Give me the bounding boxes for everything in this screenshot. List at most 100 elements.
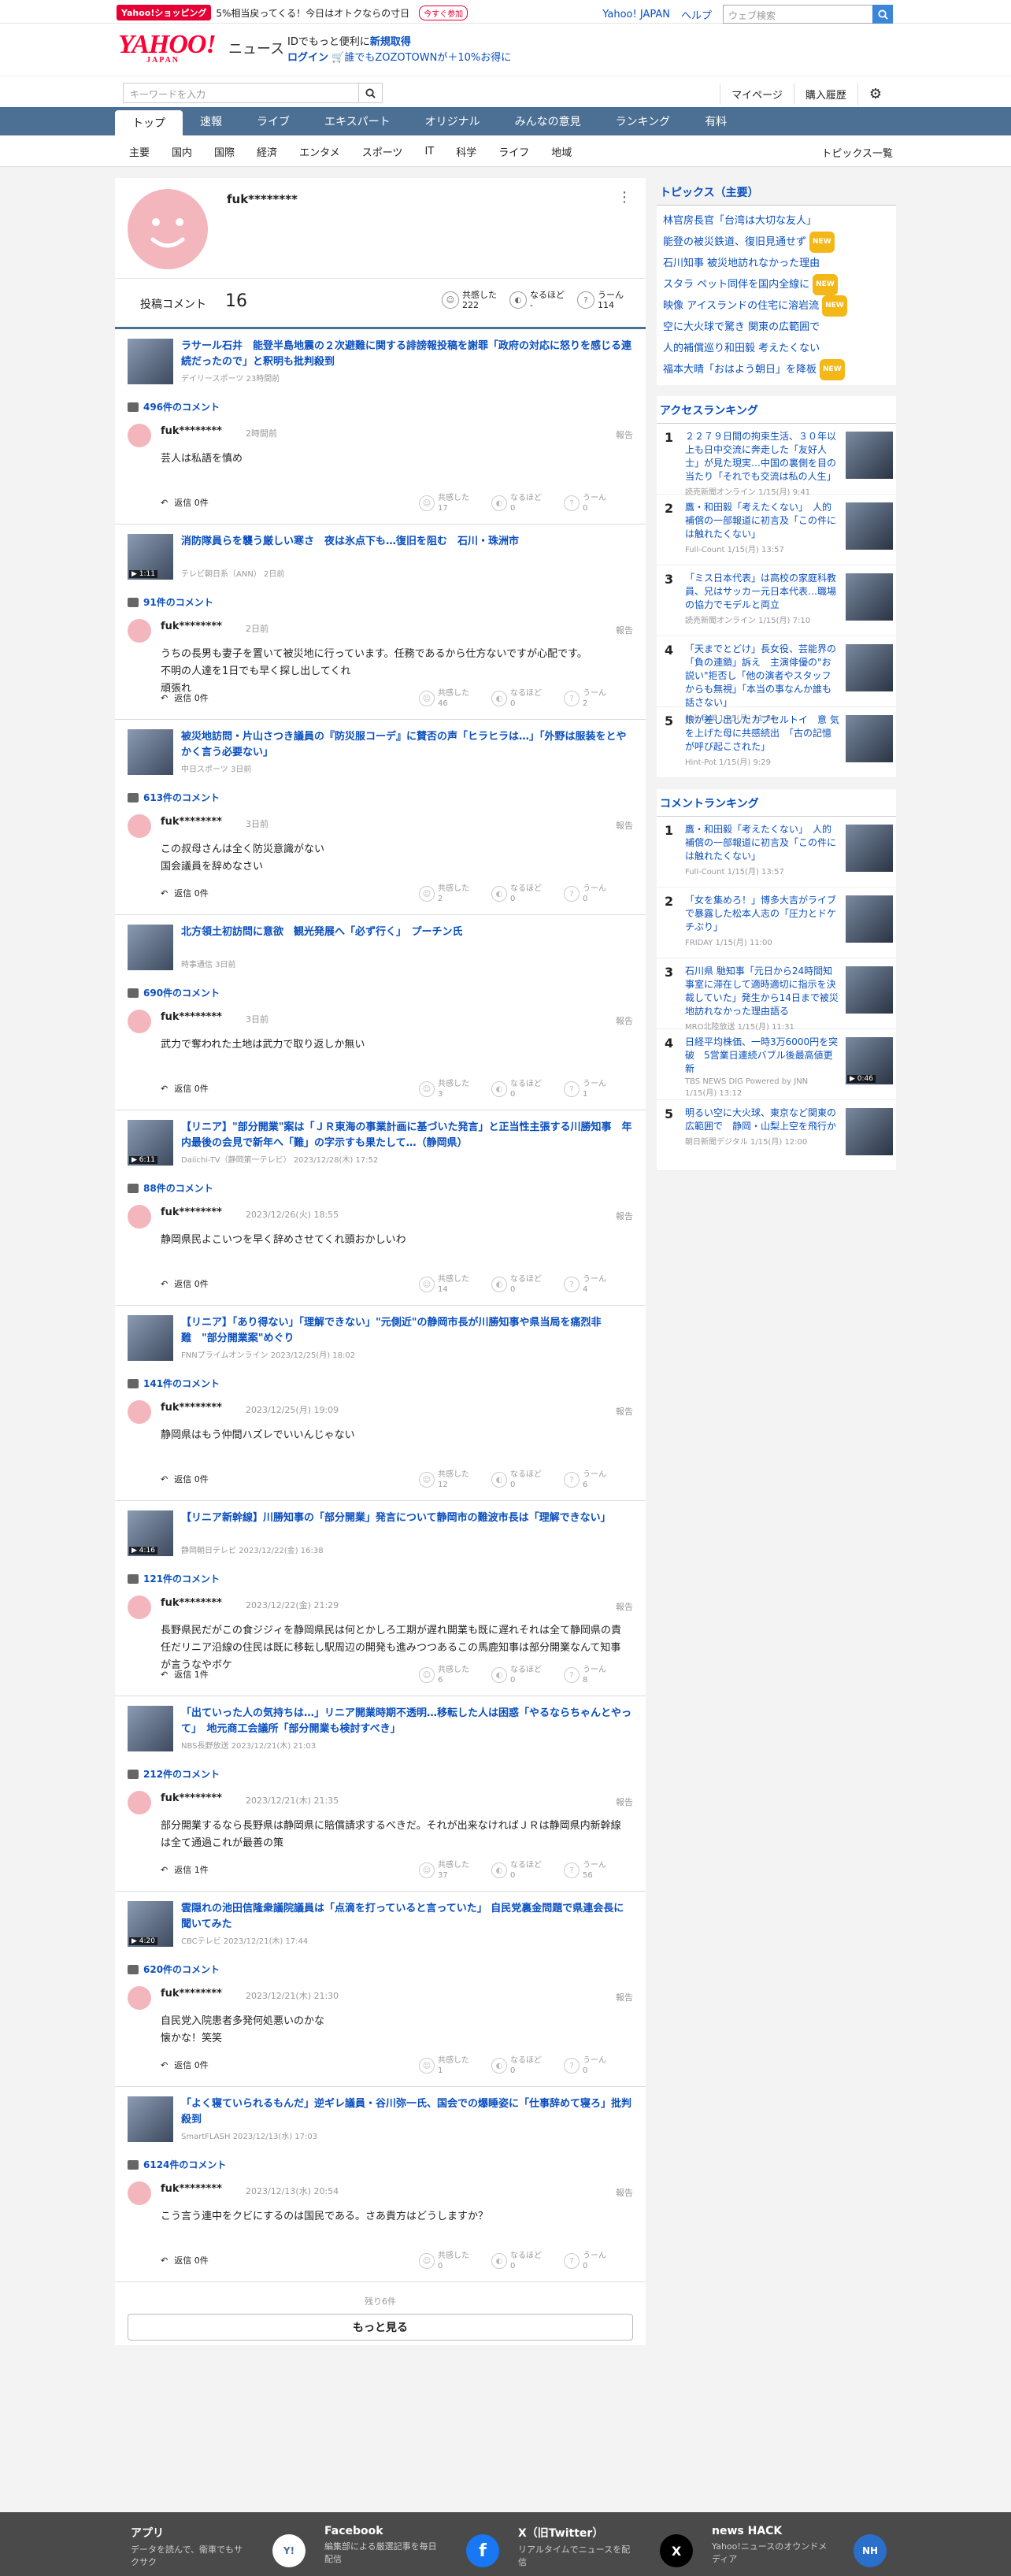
article-link[interactable]: ▶ 4:20 雲隠れの池田信隆衆議院議員は「点滴を打っていると言っていた」 自民… <box>128 1898 633 1948</box>
web-search-button[interactable] <box>872 5 893 24</box>
comment-user[interactable]: fuk******** <box>161 1597 222 1609</box>
reply-button[interactable]: ↶ 返信 0件 <box>161 887 209 899</box>
uun-button[interactable]: ? うーん 6 <box>564 1470 622 1490</box>
naruhodo-button[interactable]: ◐ なるほど 0 <box>491 688 550 709</box>
reply-button[interactable]: ↶ 返信 1件 <box>161 1863 209 1876</box>
report-link[interactable]: 報告 <box>616 1014 633 1027</box>
ranking-item[interactable]: 3 「ミス日本代表」は高校の家庭科教員、兄はサッカー元日本代表…職場の協力でモデ… <box>657 565 896 636</box>
article-link[interactable]: 北方領土初訪問に意欲 観光発展へ「必ず行く」 プーチン氏 時事通信 3日前 <box>128 921 633 972</box>
ranking-thumbnail[interactable] <box>846 502 893 550</box>
article-link[interactable]: ラサール石井 能登半島地震の２次避難に関する誹謗報投稿を謝罪「政府の対応に怒りを… <box>128 335 633 386</box>
ranking-title[interactable]: 「ミス日本代表」は高校の家庭科教員、兄はサッカー元日本代表…職場の協力でモデルと… <box>685 572 839 612</box>
topic-link[interactable]: 人的補償巡り和田毅 考えたくない <box>663 338 890 359</box>
article-link[interactable]: 「よく寝ていられるもんだ」逆ギレ議員・谷川弥一氏、国会での爆睡姿に「仕事辞めて寝… <box>128 2093 633 2144</box>
reply-button[interactable]: ↶ 返信 0件 <box>161 496 209 509</box>
report-link[interactable]: 報告 <box>616 1796 633 1808</box>
subnav-domestic[interactable]: 国内 <box>161 135 203 167</box>
article-comment-count[interactable]: 212件のコメント <box>128 1767 220 1781</box>
uun-button[interactable]: ? うーん 0 <box>564 2055 622 2076</box>
mypage-link[interactable]: マイページ <box>720 83 794 105</box>
article-link[interactable]: 「出ていった人の気持ちは…」リニア開業時期不透明…移転した人は困惑「やるならちゃ… <box>128 1703 633 1753</box>
ranking-title[interactable]: ２２７９日間の拘束生活、３０年以上も日中交流に奔走した「友好人士」が見た現実…中… <box>685 430 839 484</box>
article-comment-count[interactable]: 613件のコメント <box>128 791 220 804</box>
empathy-button[interactable]: ☺ 共感した 2 <box>419 884 477 904</box>
footer-facebook[interactable]: Facebook 編集部による厳選記事を毎日配信 f <box>324 2525 506 2567</box>
naruhodo-button[interactable]: ◐ なるほど 0 <box>491 493 550 513</box>
naruhodo-button[interactable]: ◐ なるほど 0 <box>491 1274 550 1295</box>
article-title[interactable]: 【リニア】"部分開業"案は「ＪＲ東海の事業計画に基づいた発言」と正当性主張する川… <box>181 1120 633 1151</box>
article-thumbnail[interactable]: ▶ 4:16 <box>128 1510 173 1556</box>
load-more-button[interactable]: もっと見る <box>128 2314 633 2341</box>
reply-button[interactable]: ↶ 返信 0件 <box>161 691 209 704</box>
ranking-item[interactable]: 2 鷹・和田毅「考えたくない」 人的補償の一部報道に初言及「この件には触れたくな… <box>657 495 896 565</box>
empathy-button[interactable]: ☺ 共感した 17 <box>419 493 477 513</box>
article-thumbnail[interactable]: ▶ 6:11 <box>128 1120 173 1166</box>
article-comment-count[interactable]: 620件のコメント <box>128 1963 220 1976</box>
nav-top[interactable]: トップ <box>115 110 183 135</box>
comment-user[interactable]: fuk******** <box>161 1792 222 1804</box>
article-thumbnail[interactable] <box>128 339 173 384</box>
empathy-button[interactable]: ☺ 共感した 6 <box>419 1665 477 1685</box>
article-thumbnail[interactable] <box>128 729 173 775</box>
ranking-title[interactable]: 鷹・和田毅「考えたくない」 人的補償の一部報道に初言及「この件には触れたくない」 <box>685 501 839 541</box>
nav-expert[interactable]: エキスパート <box>307 107 408 135</box>
ranking-title[interactable]: 「女を集めろ！」博多大吉がライブで暴露した松本人志の「圧力とドケチぶり」 <box>685 894 839 934</box>
article-link[interactable]: ▶ 6:11 【リニア】"部分開業"案は「ＪＲ東海の事業計画に基づいた発言」と正… <box>128 1117 633 1167</box>
naruhodo-button[interactable]: ◐ なるほど 0 <box>491 884 550 904</box>
subnav-main[interactable]: 主要 <box>118 135 161 167</box>
report-link[interactable]: 報告 <box>616 2186 633 2199</box>
subnav-international[interactable]: 国際 <box>203 135 246 167</box>
article-thumbnail[interactable] <box>128 925 173 970</box>
empathy-button[interactable]: ☺ 共感した 46 <box>419 688 477 709</box>
ranking-title[interactable]: 鷹・和田毅「考えたくない」 人的補償の一部報道に初言及「この件には触れたくない」 <box>685 823 839 863</box>
reply-button[interactable]: ↶ 返信 0件 <box>161 1473 209 1485</box>
comment-user[interactable]: fuk******** <box>161 1988 222 2000</box>
topics-heading[interactable]: トピックス（主要） <box>657 178 896 206</box>
subnav-science[interactable]: 科学 <box>445 135 487 167</box>
nav-original[interactable]: オリジナル <box>408 107 498 135</box>
uun-button[interactable]: ? うーん 2 <box>564 688 622 709</box>
ranking-title[interactable]: 「天までとどけ」長女役、芸能界の「負の連鎖」訴え 主演俳優の"お説い"拒否し「他… <box>685 643 839 710</box>
topic-link[interactable]: スタラ ペット同伴を国内全線に NEW <box>663 274 890 295</box>
article-thumbnail[interactable]: ▶ 1:11 <box>128 534 173 580</box>
footer-app[interactable]: アプリ データを読んで、衛車でもサクサク Y! <box>131 2525 312 2569</box>
article-thumbnail[interactable] <box>128 1706 173 1751</box>
ranking-title[interactable]: 明るい空に大火球、東京など関東の広範囲で 静岡・山梨上空を飛行か <box>685 1106 839 1133</box>
ranking-title[interactable]: 娘が差し出したカプセルトイ 意 気を上げた母に共感続出 「古の記憶が呼び起こされ… <box>685 713 839 754</box>
naruhodo-button[interactable]: ◐ なるほど 0 <box>491 1860 550 1881</box>
article-title[interactable]: 「よく寝ていられるもんだ」逆ギレ議員・谷川弥一氏、国会での爆睡姿に「仕事辞めて寝… <box>181 2096 633 2128</box>
article-comment-count[interactable]: 690件のコメント <box>128 986 220 999</box>
ranking-thumbnail[interactable] <box>846 825 893 872</box>
ranking-title[interactable]: 石川県 馳知事「元日から24時間知事室に滞在して適時適切に指示を決裁していた」発… <box>685 965 839 1018</box>
shopping-join-button[interactable]: 今すぐ参加 <box>419 5 468 20</box>
empathy-button[interactable]: ☺ 共感した 12 <box>419 1470 477 1490</box>
article-link[interactable]: ▶ 1:11 消防隊員らを襲う厳しい寒さ 夜は氷点下も…復旧を阻む 石川・珠洲市… <box>128 531 633 581</box>
nav-paid[interactable]: 有料 <box>687 107 744 135</box>
gear-icon[interactable]: ⚙ <box>857 83 893 106</box>
nav-live[interactable]: ライブ <box>239 107 307 135</box>
report-link[interactable]: 報告 <box>616 1210 633 1222</box>
uun-button[interactable]: ? うーん 8 <box>564 1665 622 1685</box>
report-link[interactable]: 報告 <box>616 1405 633 1418</box>
uun-button[interactable]: ? うーん 1 <box>564 1079 622 1099</box>
article-thumbnail[interactable] <box>128 1315 173 1361</box>
zozo-promo-link[interactable]: 誰でもZOZOTOWNが＋10%お得に <box>344 52 511 64</box>
report-link[interactable]: 報告 <box>616 819 633 832</box>
reply-button[interactable]: ↶ 返信 0件 <box>161 2254 209 2267</box>
ranking-item[interactable]: 2 「女を集めろ！」博多大吉がライブで暴露した松本人志の「圧力とドケチぶり」 F… <box>657 888 896 958</box>
ranking-title[interactable]: 日経平均株価、一時3万6000円を突破 5営業日連続バブル後最高値更新 <box>685 1036 839 1076</box>
article-title[interactable]: ラサール石井 能登半島地震の２次避難に関する誹謗報投稿を謝罪「政府の対応に怒りを… <box>181 339 633 370</box>
ranking-item[interactable]: 1 鷹・和田毅「考えたくない」 人的補償の一部報道に初言及「この件には触れたくな… <box>657 817 896 888</box>
subnav-sports[interactable]: スポーツ <box>351 135 414 167</box>
article-title[interactable]: 北方領土初訪問に意欲 観光発展へ「必ず行く」 プーチン氏 <box>181 925 633 940</box>
subnav-it[interactable]: IT <box>413 135 445 167</box>
comment-user[interactable]: fuk******** <box>161 425 222 437</box>
ranking-thumbnail[interactable] <box>846 432 893 479</box>
report-link[interactable]: 報告 <box>616 1991 633 2003</box>
naruhodo-button[interactable]: ◐ なるほど 0 <box>491 1079 550 1099</box>
article-comment-count[interactable]: 88件のコメント <box>128 1181 213 1195</box>
topic-link[interactable]: 空に大火球で驚き 関東の広範囲で <box>663 317 890 338</box>
article-title[interactable]: 「出ていった人の気持ちは…」リニア開業時期不透明…移転した人は困惑「やるならちゃ… <box>181 1706 633 1737</box>
comment-user[interactable]: fuk******** <box>161 621 222 632</box>
ranking-thumbnail[interactable] <box>846 966 893 1014</box>
